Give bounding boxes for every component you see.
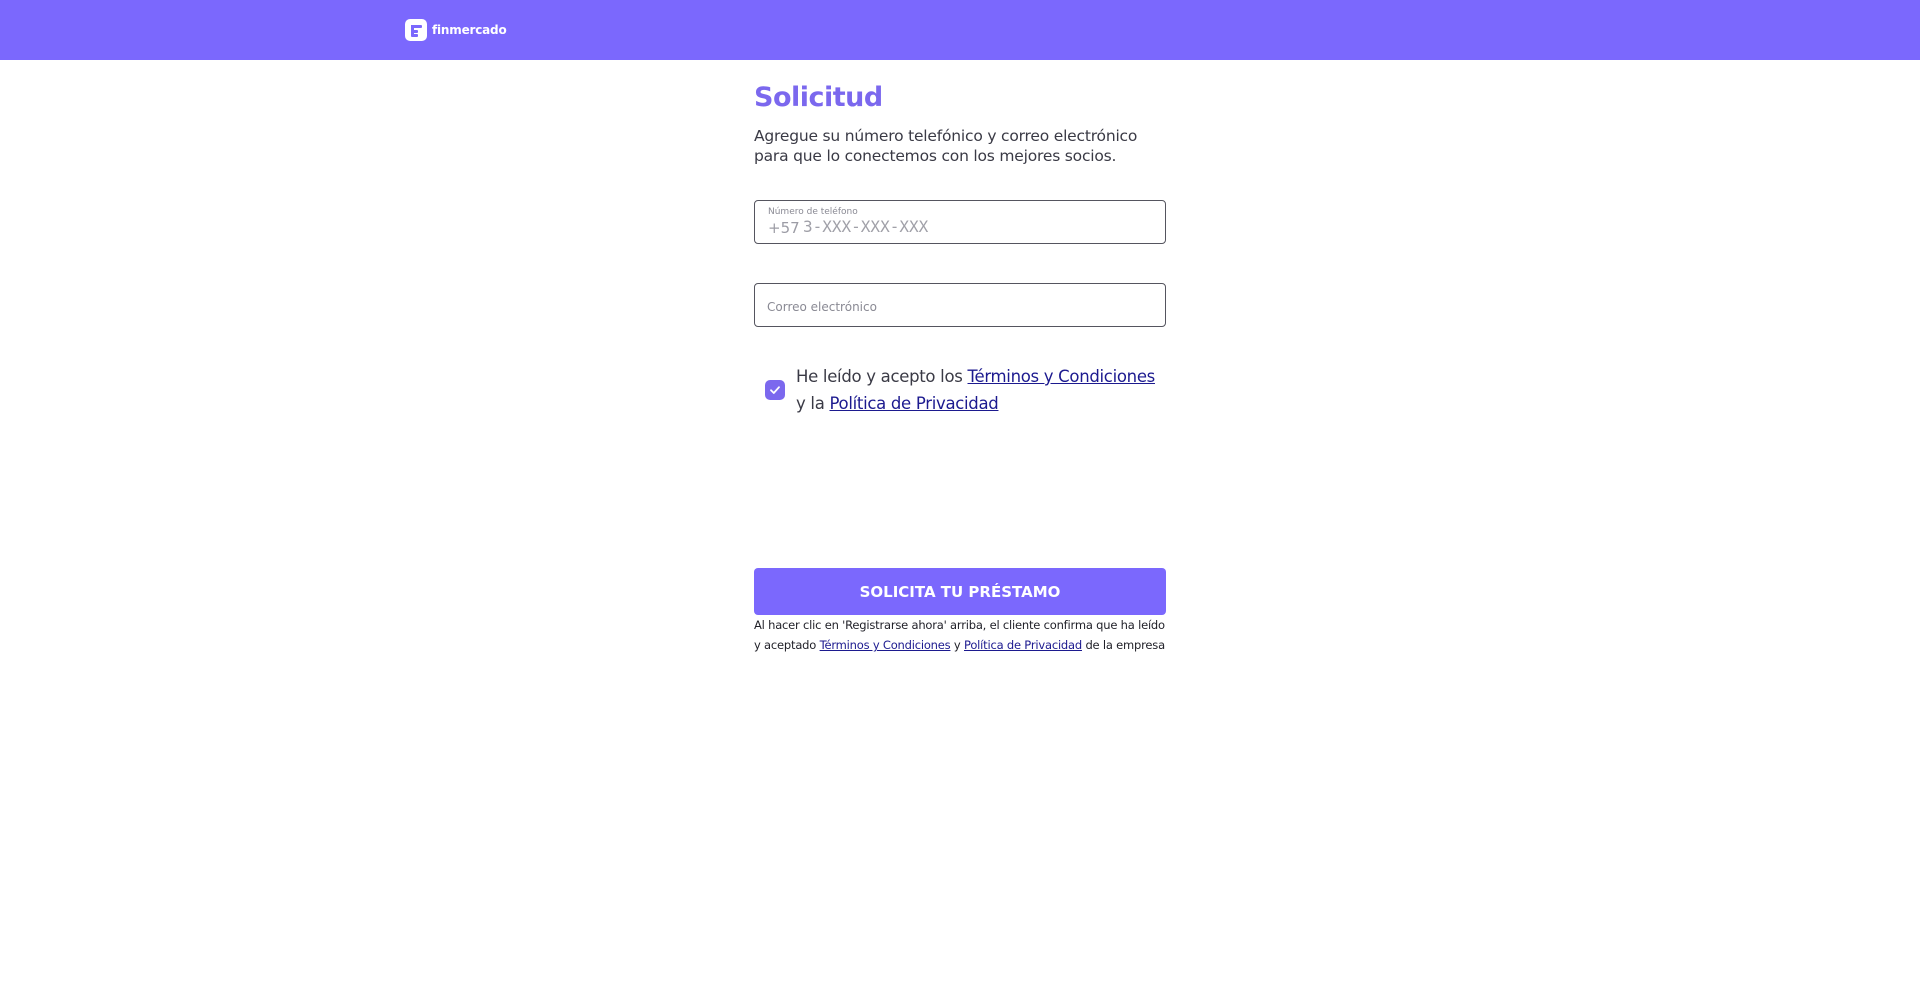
legal-text-middle: y [953,638,961,652]
brand-logo[interactable]: finmercado [405,19,507,41]
top-header: finmercado [0,0,1920,60]
privacy-link[interactable]: Política de Privacidad [829,394,998,413]
email-input[interactable] [767,300,1147,314]
brand-name: finmercado [432,23,507,37]
legal-text-after: de la empresa [1085,638,1165,652]
consent-checkbox[interactable] [765,380,785,400]
consent-text: He leído y acepto los Términos y Condici… [796,363,1166,417]
legal-disclaimer: Al hacer clic en 'Registrarse ahora' arr… [754,615,1166,655]
phone-input[interactable] [803,217,1143,236]
page-title: Solicitud [754,82,883,113]
consent-text-before: He leído y acepto los [796,367,963,386]
phone-field[interactable]: Número de teléfono +57 [754,200,1166,244]
legal-privacy-link[interactable]: Política de Privacidad [964,638,1082,652]
logo-icon [405,19,427,41]
page-subtitle: Agregue su número telefónico y correo el… [754,127,1138,165]
country-code-prefix: +57 [768,219,800,237]
submit-loan-button[interactable]: SOLICITA TU PRÉSTAMO [754,568,1166,615]
legal-terms-link[interactable]: Términos y Condiciones [820,638,951,652]
email-field[interactable] [754,283,1166,327]
checkmark-icon [770,386,780,394]
terms-link[interactable]: Términos y Condiciones [968,367,1156,386]
phone-field-label: Número de teléfono [768,207,858,217]
consent-text-middle: y la [796,394,825,413]
